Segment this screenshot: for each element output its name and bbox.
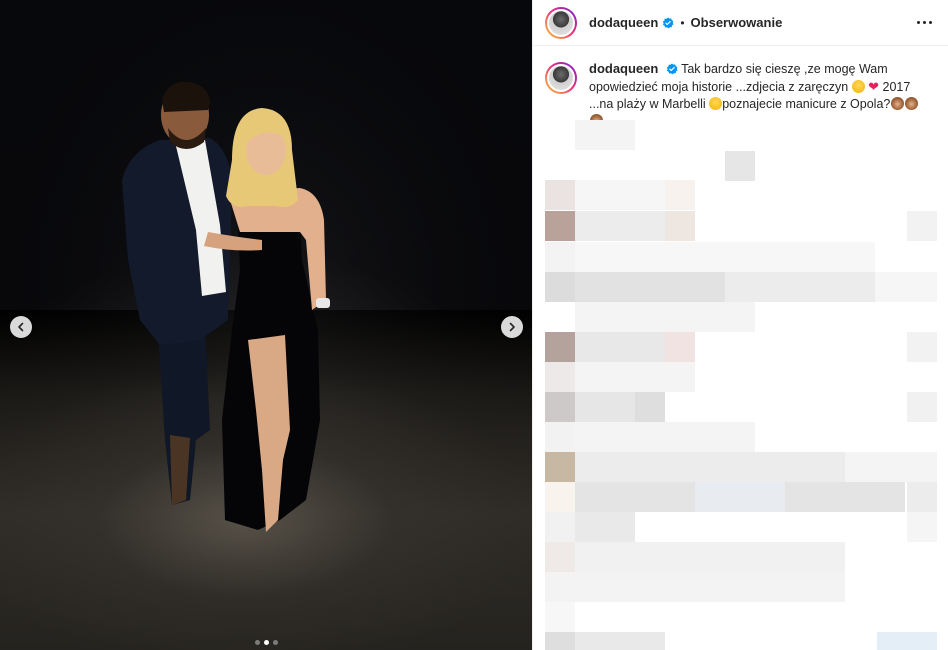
more-options-icon[interactable] [913, 17, 936, 28]
avatar-image [547, 64, 575, 92]
blurred-comments [545, 120, 948, 650]
carousel-dot [272, 640, 278, 645]
caption: dodaqueen Tak bardzo się cieszę ,ze mogę… [533, 46, 948, 130]
carousel-dot-active [263, 640, 269, 645]
chevron-right-icon [509, 322, 515, 332]
post-photo [0, 0, 532, 650]
avatar-image [547, 8, 575, 37]
smiling-emoji-icon [851, 80, 865, 93]
carousel-prev-button[interactable] [10, 316, 32, 338]
avatar[interactable] [545, 6, 577, 39]
see-no-evil-monkey-icon [891, 97, 905, 110]
separator-dot: • [680, 15, 685, 30]
post-side-panel: dodaqueen • Obserwowanie dodaqueen Tak b… [532, 0, 948, 650]
carousel-next-button[interactable] [501, 316, 523, 338]
post-header: dodaqueen • Obserwowanie [533, 0, 948, 46]
see-no-evil-monkey-icon [905, 97, 919, 110]
caption-avatar[interactable] [545, 62, 577, 94]
post-media[interactable] [0, 0, 532, 650]
verified-badge-icon [666, 63, 678, 75]
chevron-left-icon [18, 322, 24, 332]
caption-part-3: poznajecie manicure z Opola? [722, 97, 891, 111]
carousel-indicator [0, 640, 532, 645]
heart-emoji-icon: ❤ [868, 79, 880, 94]
username-link[interactable]: dodaqueen [589, 15, 658, 30]
caption-username[interactable]: dodaqueen [589, 61, 658, 76]
following-button[interactable]: Obserwowanie [691, 15, 783, 30]
smiling-emoji-icon [709, 97, 723, 110]
carousel-dot [254, 640, 260, 645]
verified-badge-icon [662, 17, 674, 29]
